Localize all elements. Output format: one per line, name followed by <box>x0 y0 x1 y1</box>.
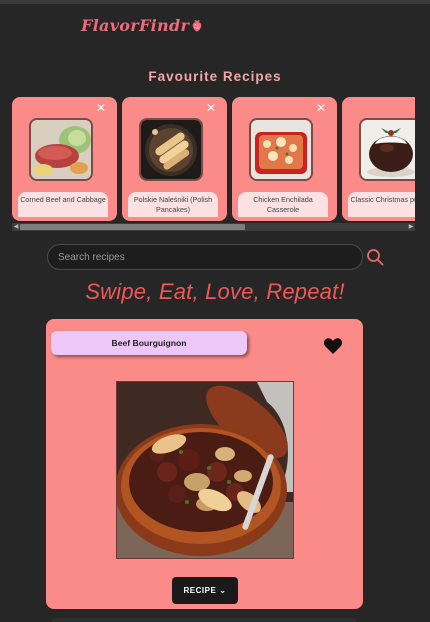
recipe-photo <box>116 381 294 559</box>
corned-beef-photo <box>29 118 93 181</box>
nalesniki-photo <box>139 118 203 181</box>
recipe-name: Beef Bourguignon <box>51 331 247 355</box>
scroll-right-arrow-icon[interactable]: ▶ <box>407 223 415 231</box>
app-logo[interactable]: FlavorFindr <box>81 16 203 35</box>
chevron-down-icon: ⌄ <box>219 586 227 595</box>
tagline: Swipe, Eat, Love, Repeat! <box>85 279 345 304</box>
close-icon[interactable]: ✕ <box>95 102 107 114</box>
recipe-button-label: RECIPE <box>183 586 217 595</box>
favourite-label: Chicken Enchilada Casserole <box>238 192 328 217</box>
heart-icon[interactable] <box>323 336 343 356</box>
favourites-carousel[interactable]: ✕ Corned Beef and Cabbage ✕ Polskie Nale… <box>12 97 415 221</box>
carousel-scrollbar[interactable]: ◀ ▶ <box>12 223 415 231</box>
search-input[interactable] <box>47 244 363 270</box>
close-icon[interactable]: ✕ <box>205 102 217 114</box>
close-icon[interactable]: ✕ <box>315 102 327 114</box>
top-bar <box>0 0 430 4</box>
scrollbar-thumb[interactable] <box>20 224 245 230</box>
scroll-left-arrow-icon[interactable]: ◀ <box>12 223 20 231</box>
pudding-photo <box>359 118 415 181</box>
recipe-button[interactable]: RECIPE ⌄ <box>172 577 238 604</box>
favourite-label: Corned Beef and Cabbage <box>18 192 108 217</box>
favourite-card[interactable]: ✕ Polskie Naleśniki (Polish Pancakes) <box>122 97 227 221</box>
strawberry-icon <box>192 20 202 32</box>
favourite-card[interactable]: ✕ Corned Beef and Cabbage <box>12 97 117 221</box>
next-card-edge <box>52 618 356 622</box>
favourite-card[interactable]: ✕ Classic Christmas pudding <box>342 97 415 221</box>
enchilada-photo <box>249 118 313 181</box>
swipe-card[interactable]: Beef Bourguignon RECIPE ⌄ <box>46 319 363 609</box>
favourite-label: Polskie Naleśniki (Polish Pancakes) <box>128 192 218 217</box>
search-icon[interactable] <box>366 248 384 266</box>
favourites-title: Favourite Recipes <box>148 69 282 84</box>
favourite-card[interactable]: ✕ Chicken Enchilada Casserole <box>232 97 337 221</box>
favourite-label: Classic Christmas pudding <box>348 192 415 217</box>
